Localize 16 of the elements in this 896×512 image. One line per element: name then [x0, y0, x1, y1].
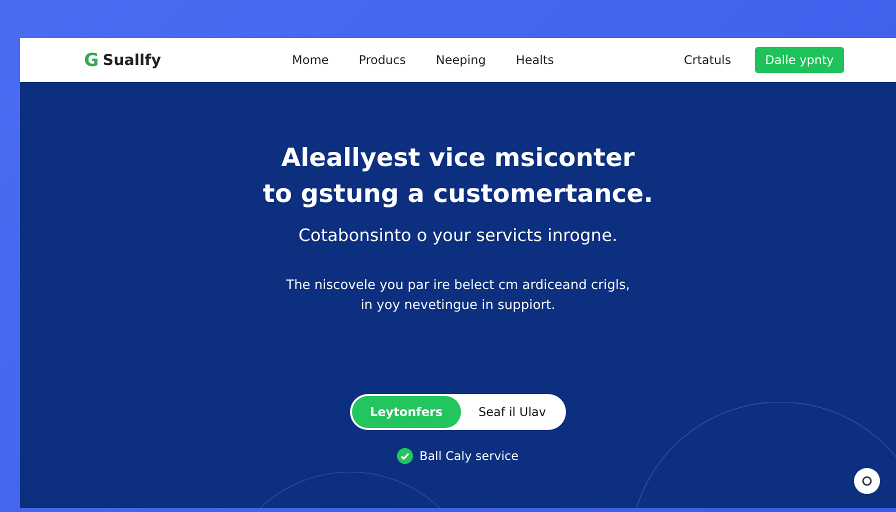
nav-link[interactable]: Neeping [436, 53, 486, 67]
hero-subtitle: Cotabonsinto o your servicts inrogne. [298, 226, 618, 246]
hero-title: Aleallyest vice msiconter [281, 142, 635, 174]
nav-link[interactable]: Healts [516, 53, 554, 67]
nav-link[interactable]: Mome [292, 53, 329, 67]
check-label: Ball Caly service [419, 449, 519, 463]
hero-description: in yoy nevetingue in suppiort. [360, 297, 556, 315]
hero-description: The niscovele you par ire belect cm ardiceand crigls, [286, 277, 630, 295]
toggle-option[interactable]: Seaf il Ulav [460, 396, 564, 428]
help-button[interactable] [854, 468, 880, 494]
nav-link[interactable]: Producs [358, 53, 406, 67]
nav-link[interactable]: Crtatuls [684, 53, 732, 67]
circle-icon [861, 475, 873, 487]
logo-name: Suallfy [102, 51, 161, 69]
hero-title: to gstung a customertance. [262, 178, 654, 210]
logo-mark: G [84, 50, 99, 70]
